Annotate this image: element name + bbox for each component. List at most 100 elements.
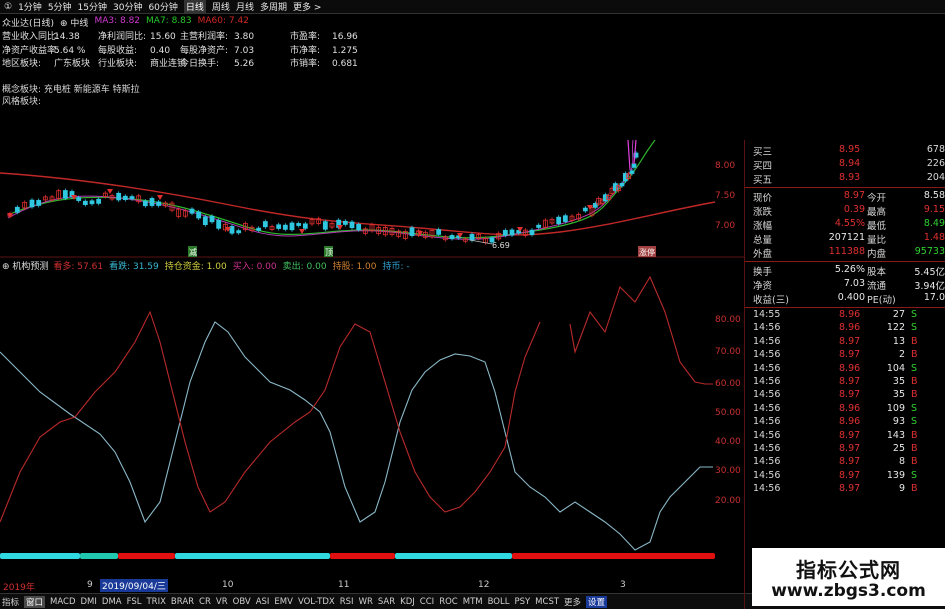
stat-value: 111388 — [828, 246, 865, 257]
candle — [189, 208, 195, 214]
fund-value: 1.275 — [332, 45, 358, 56]
price-axis-label: 7.00 — [715, 221, 735, 231]
order-price: 8.95 — [839, 144, 861, 155]
indicator-tab[interactable]: CCI — [420, 597, 434, 607]
indicator-tab[interactable]: DMA — [102, 597, 122, 607]
indicator-tab[interactable]: VR — [216, 597, 228, 607]
indicator-tab[interactable]: EMV — [274, 597, 293, 607]
indicator-tab[interactable]: ROC — [439, 597, 458, 607]
indicator-tab[interactable]: MTM — [463, 597, 483, 607]
period-tab-5[interactable]: 60分钟 — [148, 0, 177, 13]
period-tab-9[interactable]: 多周期 — [260, 0, 287, 13]
low-price-label: 6.69 — [492, 241, 510, 250]
period-tab-7[interactable]: 周线 — [212, 0, 230, 13]
fund-value: 5.64 % — [54, 45, 86, 56]
quote-panel: 买三 8.95 678 买四 8.94 226 买五 8.93 204 现价 8.97 今开 8.58 涨… — [745, 140, 945, 609]
position-bar-segment — [330, 553, 395, 559]
candle — [236, 230, 242, 234]
stat-label: 现价 — [753, 193, 773, 204]
bullish-line — [0, 275, 713, 523]
indicator-legend: ⊕ 机构预测 看多: 57.61 看跌: 31.59 持仓资金: 1.00 买入: 0.… — [2, 259, 416, 272]
indicator-tab[interactable]: 指标 — [2, 596, 19, 608]
period-tab-0[interactable]: ① — [4, 2, 12, 12]
date-month-3: 3 — [620, 580, 626, 590]
ind-axis-label: 50.00 — [715, 408, 741, 418]
tick-row: 14:56 8.97 35 B — [745, 376, 945, 389]
fund-value: 7.03 — [234, 45, 255, 56]
indicator-tab[interactable]: BOLL — [488, 597, 510, 607]
period-tab-8[interactable]: 月线 — [236, 0, 254, 13]
tick-side: S — [911, 469, 918, 481]
indicator-tab[interactable]: 设置 — [586, 595, 608, 608]
tick-time: 14:56 — [753, 456, 781, 468]
tick-side: S — [911, 362, 918, 374]
ind-axis-label: 80.00 — [715, 315, 741, 325]
tick-time: 14:55 — [753, 309, 781, 320]
order-book-row: 买五 8.93 204 — [745, 172, 945, 186]
indicator-chart[interactable]: 80.00 70.00 60.00 50.00 40.00 30.00 20.00 — [0, 272, 744, 578]
price-chart[interactable]: 8.00 7.50 7.00 6.69 减 顶 涨停 — [0, 140, 744, 258]
candle — [256, 227, 262, 231]
indicator-tab[interactable]: BRAR — [171, 597, 194, 607]
quote-stat-row: 净资 7.03 流通 3.94亿 — [745, 278, 945, 292]
stat-label: 量比 — [867, 235, 887, 246]
indicator-tab[interactable]: PSY — [514, 597, 530, 607]
indicator-tab[interactable]: MCST — [535, 597, 559, 607]
tick-row: 14:56 8.97 143 B — [745, 430, 945, 443]
signal-text: 减 — [189, 247, 197, 257]
candle — [342, 220, 348, 225]
candle — [349, 221, 355, 229]
period-tab-1[interactable]: 1分钟 — [18, 0, 42, 13]
candle — [276, 224, 282, 229]
buy-signal-arrow — [107, 189, 113, 194]
tick-side: B — [911, 389, 918, 401]
tick-volume: 35 — [892, 389, 905, 401]
period-tab-6[interactable]: 日线 — [183, 0, 206, 13]
position-bar-segment — [395, 553, 512, 559]
indicator-tab[interactable]: MACD — [50, 597, 75, 607]
stat-label: 换手 — [753, 267, 773, 278]
indicator-tab[interactable]: ASI — [256, 597, 270, 607]
indicator-tab[interactable]: FSL — [127, 597, 142, 607]
tick-row: 14:56 8.96 122 S — [745, 322, 945, 335]
fund-value: 15.60 — [150, 32, 176, 42]
indicator-tab[interactable]: 窗口 — [24, 595, 46, 608]
tick-row: 14:56 8.97 2 B — [745, 349, 945, 362]
stat-label: 涨跌 — [753, 207, 773, 218]
indicator-tab[interactable]: 更多 — [564, 596, 581, 608]
indicator-selector[interactable]: ⊕ 中线 — [60, 16, 88, 29]
indicator-tab[interactable]: OBV — [233, 597, 251, 607]
indicator-tab[interactable]: TRIX — [146, 597, 165, 607]
period-tab-3[interactable]: 15分钟 — [78, 0, 107, 13]
indicator-tab[interactable]: CR — [199, 597, 211, 607]
tick-time: 14:56 — [753, 469, 781, 481]
ind-axis-label: 60.00 — [715, 379, 741, 389]
tick-price: 8.97 — [839, 349, 861, 361]
tick-time: 14:56 — [753, 483, 781, 495]
stat-value: 7.03 — [843, 278, 865, 289]
period-tab-2[interactable]: 5分钟 — [48, 0, 72, 13]
candle — [536, 224, 542, 228]
indicator-tab[interactable]: KDJ — [400, 597, 415, 607]
indicator-tab[interactable]: WR — [359, 597, 373, 607]
candle — [209, 215, 215, 223]
indicator-tab[interactable]: VOL-TDX — [298, 597, 335, 607]
order-price: 8.94 — [839, 158, 861, 169]
indicator-tab[interactable]: SAR — [378, 597, 395, 607]
indicator-tab[interactable]: RSI — [340, 597, 354, 607]
indicator-tab[interactable]: DMI — [81, 597, 97, 607]
indicator-legend-item: 看跌: 31.59 — [109, 262, 159, 272]
period-tab-4[interactable]: 30分钟 — [113, 0, 142, 13]
period-tab-10[interactable]: 更多 > — [293, 0, 321, 13]
tick-side: B — [911, 429, 918, 441]
stat-value: 9.15 — [923, 204, 945, 215]
candle — [629, 170, 635, 174]
indicator-legend-item: 持仓资金: 1.00 — [164, 262, 227, 272]
candle — [149, 198, 155, 206]
fund-value: 5.26 — [234, 59, 255, 69]
fundamentals-row: 地区板块: 广东板块 行业板块: 商业连锁 今日换手: 5.26 市销率: 0.681 — [2, 58, 402, 72]
tick-volume: 122 — [886, 322, 905, 334]
stat-value: 8.49 — [923, 218, 945, 229]
candle — [122, 195, 128, 200]
quote-stat-row: 涨跌 0.39 最高 9.15 — [745, 204, 945, 218]
